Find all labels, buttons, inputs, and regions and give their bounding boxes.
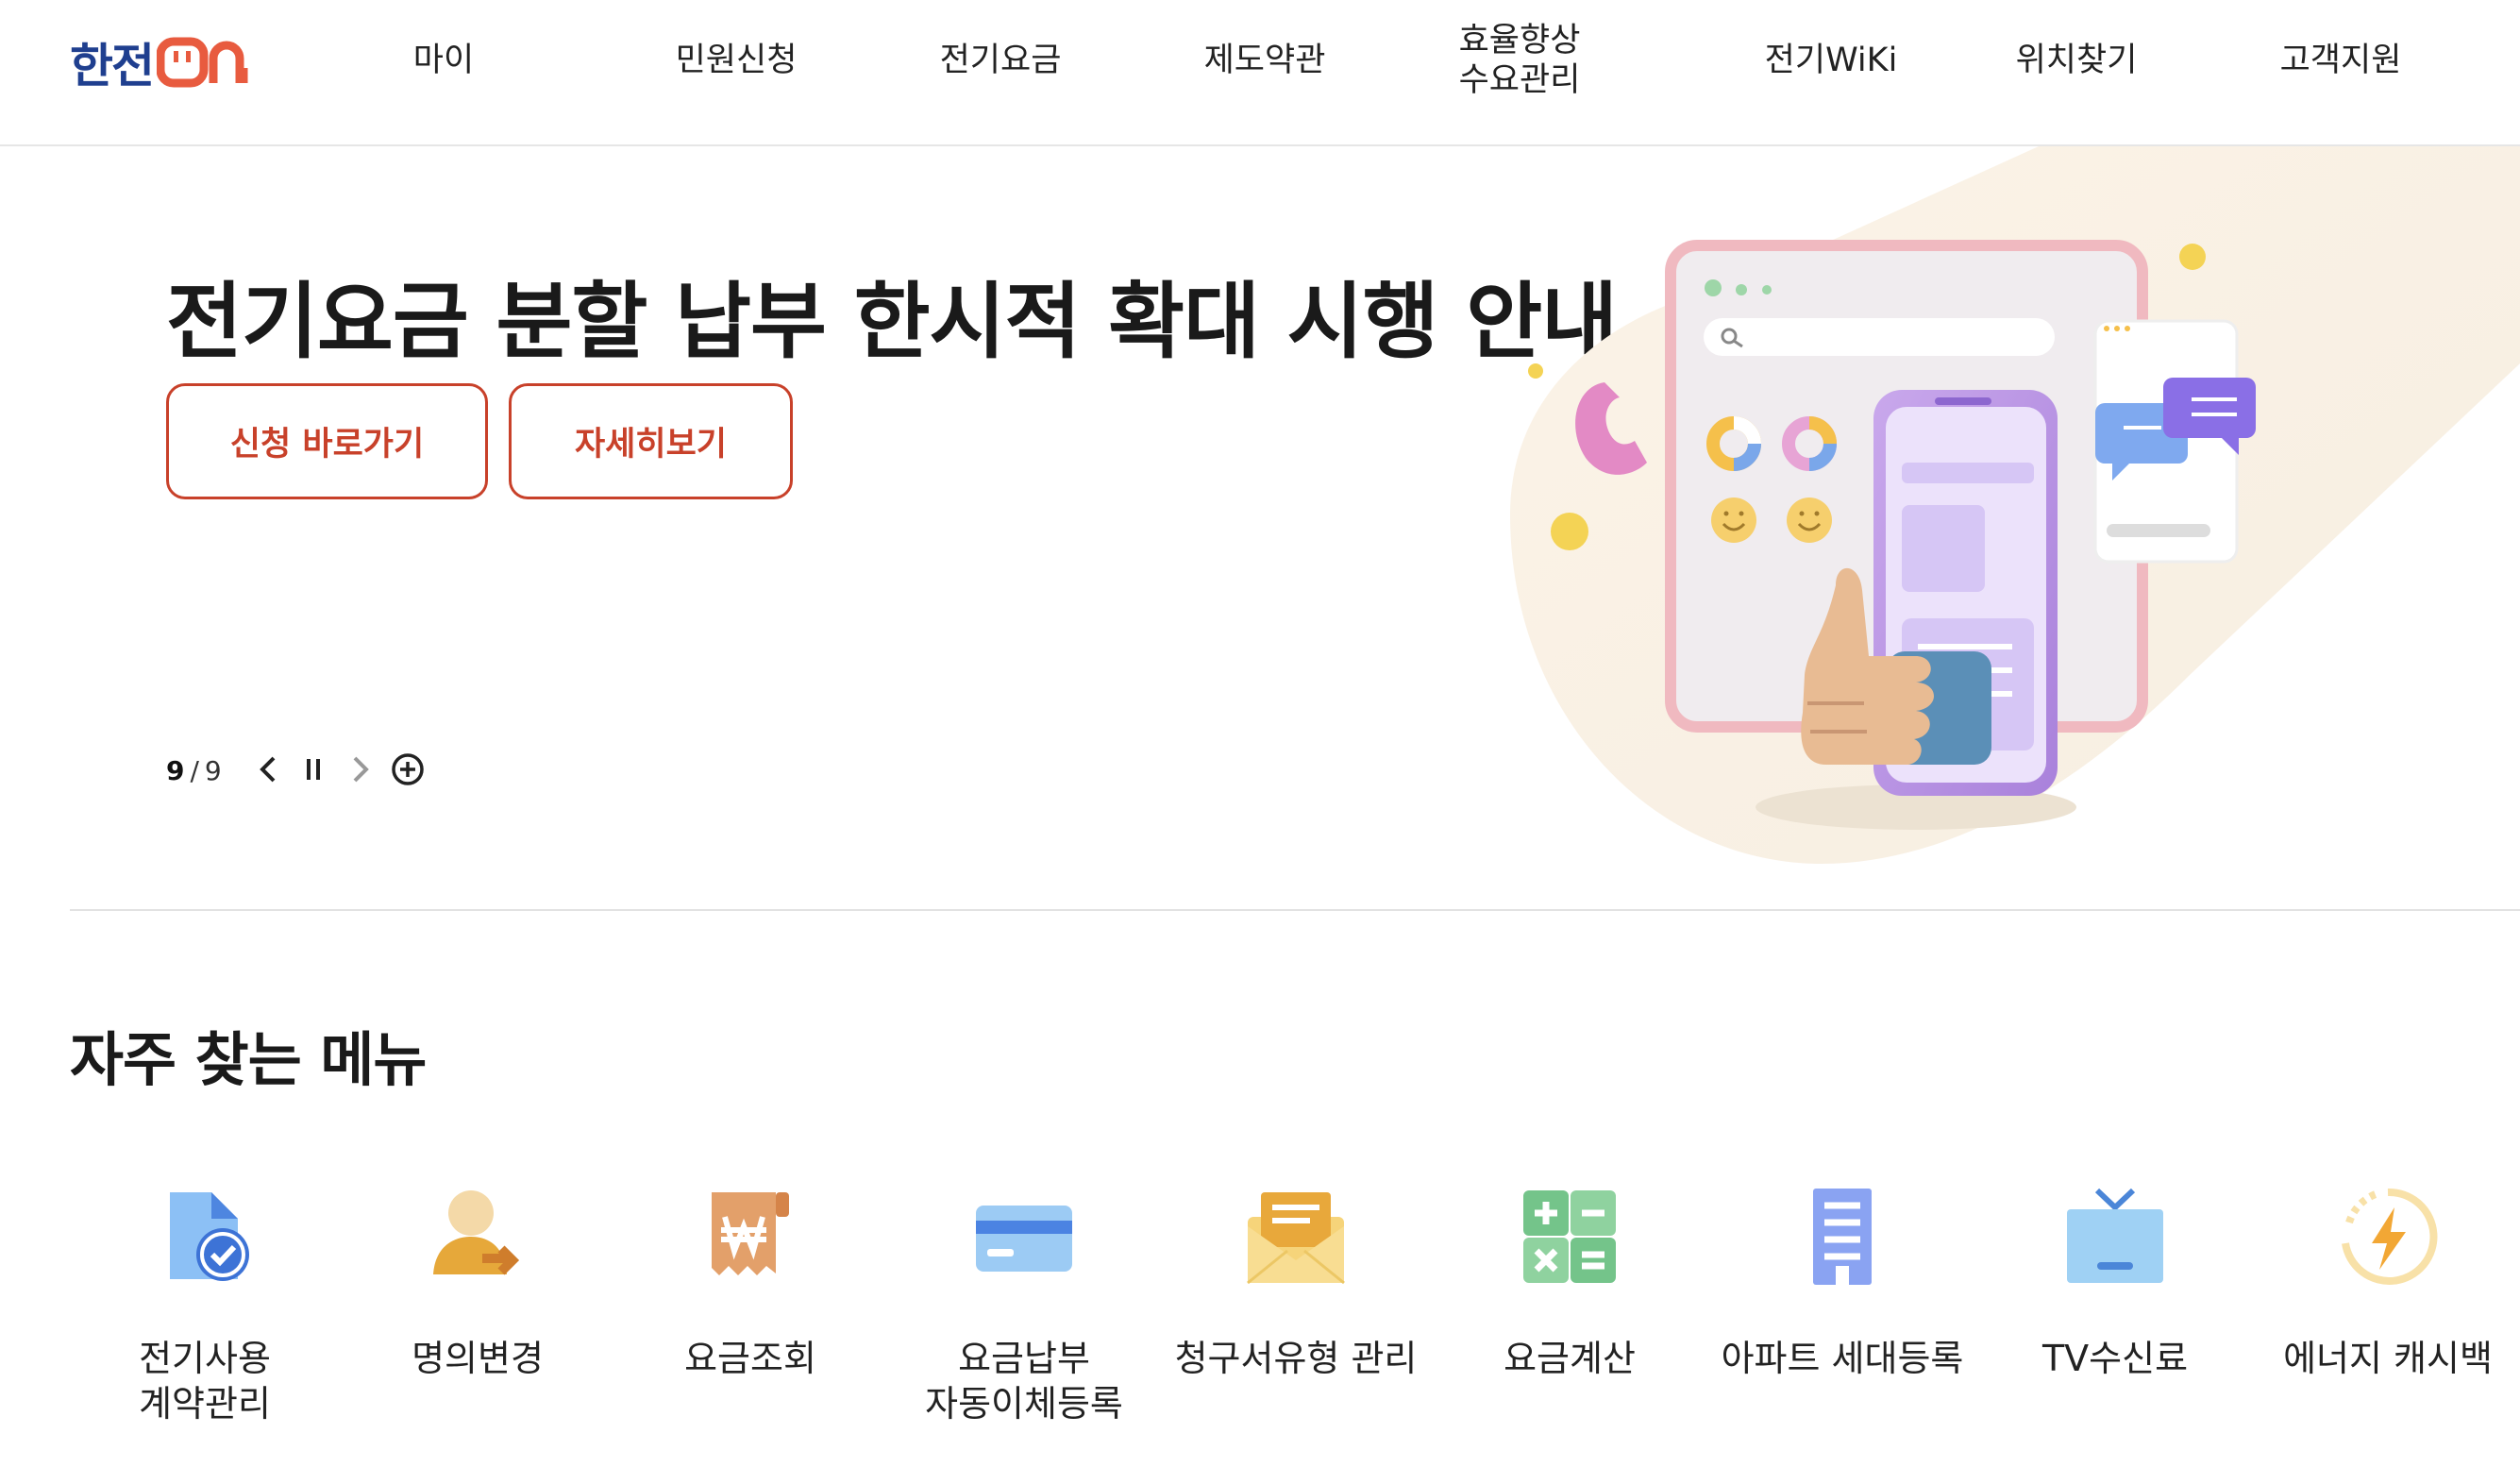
hero-title: 전기요금 분할 납부 한시적 확대 시행 안내 <box>166 273 1618 370</box>
menu-label: TV수신료 <box>2041 1338 2189 1379</box>
nav-electricity-wiki[interactable]: 전기WiKi <box>1746 0 1916 121</box>
menu-label: 요금조회 <box>684 1338 816 1379</box>
menu-item-tv-license-fee[interactable]: TV수신료 <box>1988 1185 2243 1468</box>
tv-icon <box>2067 1188 2163 1283</box>
nav-my[interactable]: 마이 <box>387 0 500 121</box>
menu-item-autopay-registration[interactable]: 요금납부 자동이체등록 <box>897 1185 1151 1468</box>
won-receipt-icon <box>712 1192 789 1275</box>
menu-label: 전기사용 계약관리 <box>139 1338 271 1425</box>
menu-item-name-change[interactable]: 명의변경 <box>350 1185 605 1468</box>
menu-label: 에너지 캐시백 <box>2283 1338 2493 1379</box>
plus-circle-icon[interactable] <box>387 749 428 790</box>
nav-civil-application[interactable]: 민원신청 <box>661 0 812 121</box>
menu-item-bill-inquiry[interactable]: 요금조회 <box>623 1185 878 1468</box>
view-details-button[interactable]: 자세히보기 <box>509 383 793 499</box>
document-check-icon <box>170 1192 249 1281</box>
menu-item-apartment-registration[interactable]: 아파트 세대등록 <box>1715 1185 1970 1468</box>
chevron-left-icon[interactable] <box>247 749 289 790</box>
site-header: 한전 마이 민원신청 전기요금 제도약관 효율향상 수요관리 전기WiKi 위치… <box>0 0 2520 146</box>
slide-counter: 9 / 9 <box>166 755 222 786</box>
frequent-menu-title: 자주 찾는 메뉴 <box>70 1025 427 1094</box>
menu-item-contract-management[interactable]: 전기사용 계약관리 <box>77 1185 332 1468</box>
menu-label: 아파트 세대등록 <box>1721 1338 1964 1379</box>
slide-current: 9 <box>166 755 185 786</box>
menu-label: 요금계산 <box>1504 1338 1636 1379</box>
person-transfer-icon <box>433 1190 520 1275</box>
logo-text: 한전 <box>70 39 155 93</box>
menu-item-bill-type-management[interactable]: 청구서유형 관리 <box>1168 1185 1423 1468</box>
energy-cashback-icon <box>2342 1188 2438 1285</box>
menu-label: 요금납부 자동이체등록 <box>925 1338 1123 1425</box>
envelope-icon <box>1247 1192 1345 1285</box>
slide-total: 9 <box>204 755 222 786</box>
kepco-on-logo[interactable]: 한전 <box>70 34 264 93</box>
calculator-icon <box>1523 1190 1616 1283</box>
menu-label: 명의변경 <box>412 1338 544 1379</box>
chevron-right-icon[interactable] <box>340 749 381 790</box>
pause-icon[interactable] <box>293 749 334 790</box>
nav-location-finder[interactable]: 위치찾기 <box>2001 0 2152 121</box>
plug-icon <box>157 37 248 88</box>
apply-shortcut-button[interactable]: 신청 바로가기 <box>166 383 488 499</box>
app-thumbs-up-illustration <box>1472 146 2520 873</box>
menu-item-bill-calculator[interactable]: 요금계산 <box>1442 1185 1697 1468</box>
credit-card-icon <box>976 1206 1072 1272</box>
nav-policy-terms[interactable]: 제도약관 <box>1189 0 1340 121</box>
building-icon <box>1813 1189 1872 1285</box>
nav-customer-support[interactable]: 고객지원 <box>2265 0 2416 121</box>
section-divider <box>70 909 2520 911</box>
nav-efficiency-demand[interactable]: 효율향상 수요관리 <box>1444 0 1595 121</box>
nav-electricity-bill[interactable]: 전기요금 <box>925 0 1076 121</box>
slide-separator: / <box>190 755 199 786</box>
menu-item-energy-cashback[interactable]: 에너지 캐시백 <box>2260 1185 2515 1468</box>
logo-on-mark <box>157 36 264 89</box>
menu-label: 청구서유형 관리 <box>1174 1338 1418 1379</box>
